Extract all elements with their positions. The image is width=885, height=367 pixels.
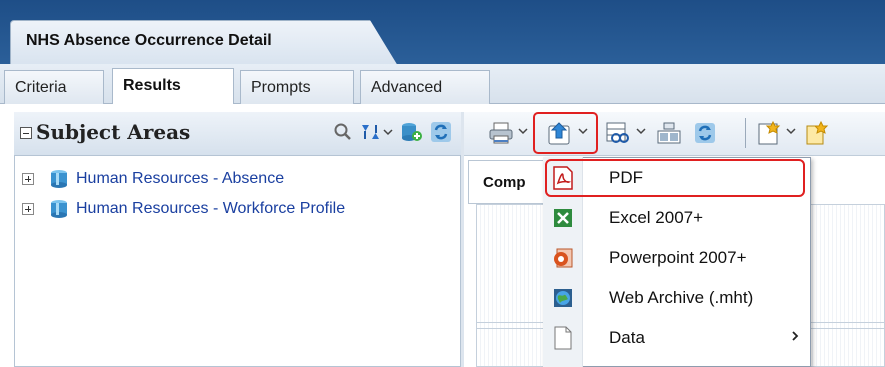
menu-item-label: Excel 2007+ <box>609 208 704 227</box>
excel-icon <box>550 205 576 231</box>
chevron-down-icon[interactable] <box>786 124 796 138</box>
cylinder-icon <box>48 168 70 190</box>
analysis-title: NHS Absence Occurrence Detail <box>26 32 272 49</box>
menu-item-web-archive[interactable]: Web Archive (.mht) <box>545 278 809 318</box>
export-button-highlight <box>533 112 598 154</box>
cylinder-icon <box>48 198 70 220</box>
menu-item-excel[interactable]: Excel 2007+ <box>545 198 809 238</box>
toolbar-separator <box>745 118 746 148</box>
print-icon[interactable] <box>486 118 516 148</box>
subject-areas-title: Subject Areas <box>36 120 191 144</box>
view-table-icon[interactable] <box>603 118 633 148</box>
expand-icon[interactable] <box>22 203 34 215</box>
new-view-icon[interactable] <box>754 118 784 148</box>
tree-item-absence[interactable]: Human Resources - Absence <box>22 166 284 192</box>
menu-item-data[interactable]: Data <box>545 318 809 358</box>
menu-item-label: Web Archive (.mht) <box>609 288 754 307</box>
document-icon <box>550 325 576 351</box>
tab-advanced[interactable]: Advanced <box>360 70 490 104</box>
menu-item-powerpoint[interactable]: Powerpoint 2007+ <box>545 238 809 278</box>
refresh-icon[interactable] <box>690 118 720 148</box>
expand-icon[interactable] <box>22 173 34 185</box>
powerpoint-icon <box>550 245 576 271</box>
collapse-panel-toggle[interactable] <box>20 127 32 139</box>
chevron-down-icon[interactable] <box>380 120 396 144</box>
tree-item-label: Human Resources - Workforce Profile <box>76 200 346 217</box>
tree-item-label: Human Resources - Absence <box>76 170 285 187</box>
compound-layout-label: Comp <box>483 174 526 191</box>
tab-criteria[interactable]: Criteria <box>4 70 104 104</box>
tab-results[interactable]: Results <box>112 68 234 104</box>
menu-item-label: Data <box>609 328 645 347</box>
chevron-down-icon[interactable] <box>518 124 528 138</box>
tree-item-workforce-profile[interactable]: Human Resources - Workforce Profile <box>22 196 345 222</box>
layout-icon[interactable] <box>654 118 684 148</box>
search-icon[interactable] <box>330 120 356 144</box>
refresh-icon[interactable] <box>428 120 454 144</box>
add-subject-area-icon[interactable] <box>398 120 424 144</box>
new-item-icon[interactable] <box>802 118 832 148</box>
submenu-arrow-icon <box>791 329 799 347</box>
tab-prompts[interactable]: Prompts <box>240 70 354 104</box>
menu-item-label: Powerpoint 2007+ <box>609 248 747 267</box>
globe-icon <box>550 285 576 311</box>
chevron-down-icon[interactable] <box>636 124 646 138</box>
pdf-item-highlight <box>545 159 805 197</box>
